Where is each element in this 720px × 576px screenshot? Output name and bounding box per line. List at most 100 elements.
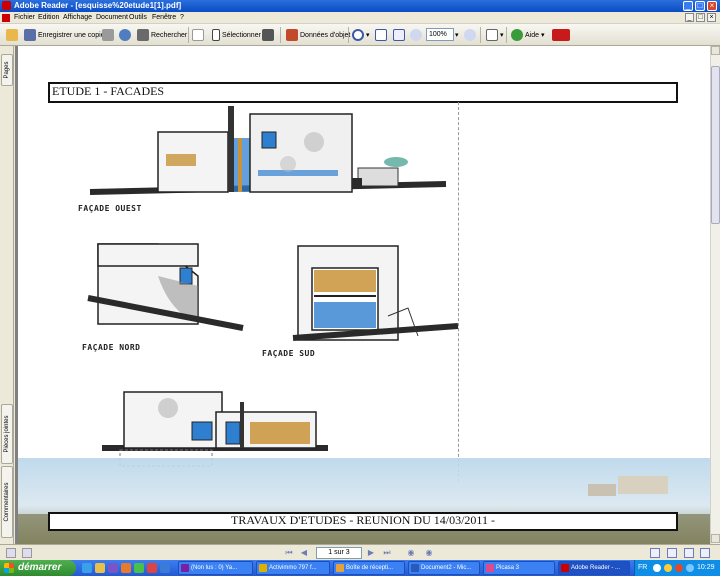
windows-taskbar: démarrer (Non lus : 0) Ya... Activimmo 7…: [0, 560, 720, 576]
actual-size-button[interactable]: [375, 27, 387, 43]
document-viewport[interactable]: ETUDE 1 - FACADES FAÇADE OUEST FAÇADE NO…: [15, 46, 710, 544]
taskbar-item-inbox[interactable]: Boîte de récepti...: [333, 561, 405, 575]
document-menu-icon[interactable]: [2, 14, 10, 22]
first-page-button[interactable]: ⏮: [284, 548, 294, 558]
notification-icon[interactable]: [664, 564, 672, 572]
clock[interactable]: 10:29: [697, 560, 715, 576]
zoom-out-button[interactable]: [410, 27, 422, 43]
menu-bar: Fichier Edition Affichage Document Outil…: [0, 12, 720, 24]
quicklaunch-messenger-icon[interactable]: [134, 563, 144, 573]
zoom-dropdown-button[interactable]: ▾: [455, 27, 459, 43]
tab-attachments-label: Pièces jointes: [4, 415, 10, 453]
menu-help[interactable]: ?: [180, 12, 184, 24]
object-data-button[interactable]: Données d'objet: [286, 27, 350, 43]
continuous-view-icon[interactable]: [667, 548, 677, 558]
page-number-field[interactable]: 1 sur 3: [316, 547, 362, 559]
select-tool-button[interactable]: Sélectionner: [212, 27, 261, 43]
menu-edition[interactable]: Edition: [38, 12, 59, 24]
start-button[interactable]: démarrer: [0, 560, 76, 576]
mail-icon: [336, 564, 344, 572]
taskbar-item-label: Activimmo 797 f...: [269, 565, 317, 571]
help-label: Aide: [525, 31, 540, 39]
pdf-page: ETUDE 1 - FACADES FAÇADE OUEST FAÇADE NO…: [18, 46, 710, 544]
status-bar: ⏮ ◀ 1 sur 3 ▶ ⏭ ◉ ◉: [0, 544, 720, 560]
email-button[interactable]: [119, 27, 131, 43]
search-button[interactable]: Rechercher: [137, 27, 187, 43]
maximize-button[interactable]: □: [695, 1, 705, 11]
zoom-in-button[interactable]: [464, 27, 476, 43]
scroll-thumb[interactable]: [711, 66, 720, 224]
print-button[interactable]: [102, 27, 114, 43]
page-rotate-icon: [486, 29, 498, 41]
quicklaunch-ie-icon[interactable]: [82, 563, 92, 573]
hand-tool-button[interactable]: [192, 27, 204, 43]
quicklaunch-desktop-icon[interactable]: [160, 563, 170, 573]
language-indicator[interactable]: FR: [638, 560, 647, 576]
scroll-up-button[interactable]: [711, 46, 720, 55]
doc-close-button[interactable]: ×: [707, 13, 716, 22]
tab-comments-label: Commentaires: [4, 482, 10, 522]
save-copy-button[interactable]: Enregistrer une copie: [24, 27, 105, 43]
taskbar-item-yahoo[interactable]: (Non lus : 0) Ya...: [178, 561, 253, 575]
menu-fichier[interactable]: Fichier: [14, 12, 35, 24]
quicklaunch-media-icon[interactable]: [108, 563, 118, 573]
snapshot-button[interactable]: [262, 27, 274, 43]
quicklaunch-folder-icon[interactable]: [95, 563, 105, 573]
quicklaunch-firefox-icon[interactable]: [121, 563, 131, 573]
taskbar-item-label: Document2 - Mic...: [421, 565, 472, 571]
minimize-button[interactable]: _: [683, 1, 693, 11]
menu-document[interactable]: Document: [96, 12, 128, 24]
toolbar-separator: [280, 27, 281, 43]
close-button[interactable]: ×: [707, 1, 717, 11]
adobe-reader-icon: [561, 564, 569, 572]
previous-page-button[interactable]: ◀: [299, 548, 309, 558]
taskbar-item-picasa[interactable]: Picasa 3: [483, 561, 555, 575]
menu-affichage[interactable]: Affichage: [63, 12, 92, 24]
search-label: Rechercher: [151, 31, 188, 39]
continuous-facing-view-icon[interactable]: [700, 548, 710, 558]
taskbar-item-adobe-reader[interactable]: Adobe Reader - ...: [558, 561, 630, 575]
rotate-button[interactable]: ▾: [486, 27, 504, 43]
yahoo-toolbar-button[interactable]: [552, 27, 570, 43]
doc-restore-button[interactable]: □: [696, 13, 705, 22]
menu-outils[interactable]: Outils: [129, 12, 147, 24]
menu-fenetre[interactable]: Fenêtre: [152, 12, 176, 24]
quicklaunch-app-icon[interactable]: [147, 563, 157, 573]
facade-ouest-drawing: [89, 106, 447, 195]
toolbar-separator: [480, 27, 481, 43]
navigation-panel: Pages Pièces jointes Commentaires: [0, 46, 14, 544]
open-button[interactable]: [6, 27, 18, 43]
window-title-bar[interactable]: Adobe Reader - [esquisse%20etude1[1].pdf…: [0, 0, 720, 12]
fit-page-button[interactable]: [393, 27, 405, 43]
toolbar-separator: [188, 27, 189, 43]
facade-sketches: [18, 106, 710, 544]
tab-pages[interactable]: Pages: [1, 54, 13, 86]
zoom-tool-button[interactable]: ▾: [352, 27, 370, 43]
scroll-down-button[interactable]: [711, 534, 720, 543]
layout-icon: [22, 548, 32, 558]
tab-attachments[interactable]: Pièces jointes: [1, 404, 13, 464]
previous-view-button[interactable]: ◉: [406, 548, 416, 558]
object-data-label: Données d'objet: [300, 31, 351, 39]
vertical-scrollbar[interactable]: [710, 46, 720, 544]
chevron-down-icon: ▾: [541, 32, 545, 39]
antivirus-icon[interactable]: [675, 564, 683, 572]
next-page-button[interactable]: ▶: [366, 548, 376, 558]
save-disk-icon: [24, 29, 36, 41]
next-view-button[interactable]: ◉: [424, 548, 434, 558]
windows-logo-icon: [4, 563, 14, 573]
single-page-view-icon[interactable]: [650, 548, 660, 558]
taskbar-item-activimmo[interactable]: Activimmo 797 f...: [256, 561, 330, 575]
volume-icon[interactable]: [686, 564, 694, 572]
doc-minimize-button[interactable]: _: [685, 13, 694, 22]
actual-size-icon: [375, 29, 387, 41]
tab-comments[interactable]: Commentaires: [1, 466, 13, 538]
zoom-input[interactable]: 100%: [426, 28, 454, 41]
start-label: démarrer: [18, 562, 62, 573]
network-icon[interactable]: [653, 564, 661, 572]
help-button[interactable]: Aide ▾: [511, 27, 545, 43]
facing-view-icon[interactable]: [684, 548, 694, 558]
last-page-button[interactable]: ⏭: [382, 548, 392, 558]
taskbar-item-word[interactable]: Document2 - Mic...: [408, 561, 480, 575]
facade-nord-drawing: [87, 243, 244, 331]
